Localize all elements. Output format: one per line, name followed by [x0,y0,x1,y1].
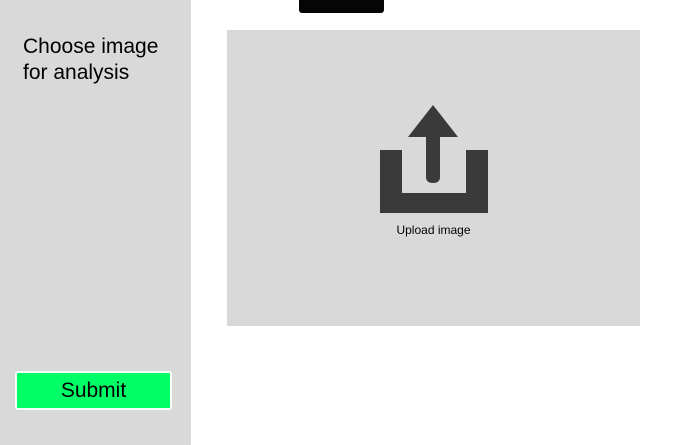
submit-button[interactable]: Submit [15,371,172,410]
sidebar: Choose image for analysis Submit [0,0,191,445]
top-toolbar-control[interactable] [299,0,384,13]
sidebar-title: Choose image for analysis [23,35,159,84]
upload-image-label: Upload image [396,223,471,237]
upload-icon [380,105,488,213]
image-analysis-app: Choose image for analysis Submit Upload … [0,0,682,445]
upload-image-dropzone[interactable]: Upload image [227,30,640,326]
